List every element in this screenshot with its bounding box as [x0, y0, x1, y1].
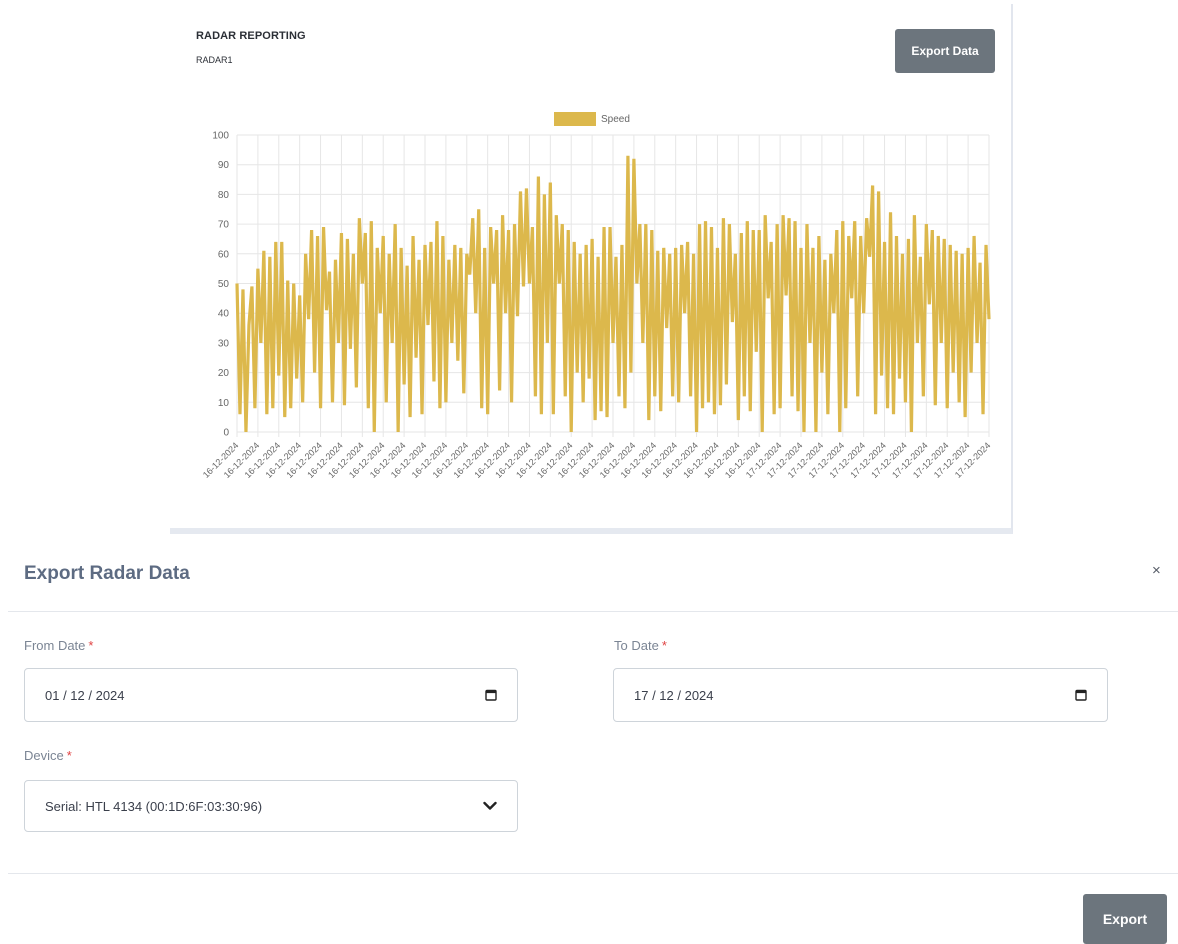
to-date-label: To Date *: [614, 638, 667, 653]
legend-swatch: [554, 112, 596, 126]
y-tick-label: 60: [218, 249, 230, 260]
radar-report-card: RADAR REPORTING RADAR1 Export Data 0 10 20…: [170, 4, 1013, 534]
y-tick-label: 100: [212, 131, 229, 142]
chart-legend: Speed: [554, 112, 630, 126]
device-value: Serial: HTL 4134 (00:1D:6F:03:30:96): [45, 798, 263, 814]
calendar-icon[interactable]: [485, 689, 497, 701]
y-tick-label: 90: [218, 160, 230, 171]
device-select[interactable]: Serial: HTL 4134 (00:1D:6F:03:30:96): [24, 780, 518, 832]
chevron-down-icon: [483, 801, 497, 810]
required-mark: *: [88, 638, 94, 653]
y-tick-label: 70: [218, 220, 230, 231]
y-axis-ticks: 0 10 20 30 40 50 60 70 80 90 100: [212, 131, 229, 439]
from-date-input[interactable]: 01 / 12 / 2024: [24, 668, 518, 722]
from-date-label: From Date *: [24, 638, 94, 653]
legend-label: Speed: [601, 114, 630, 125]
y-tick-label: 0: [223, 428, 229, 439]
required-mark: *: [661, 638, 667, 653]
y-tick-label: 50: [218, 279, 230, 290]
close-icon[interactable]: ×: [1152, 562, 1161, 579]
required-mark: *: [66, 748, 72, 763]
export-button[interactable]: Export: [1083, 894, 1167, 944]
modal-footer-divider: [8, 873, 1178, 874]
to-date-value: 17 / 12 / 2024: [634, 687, 714, 703]
to-date-input[interactable]: 17 / 12 / 2024: [613, 668, 1108, 722]
x-axis-ticks: 16-12-202416-12-202416-12-202416-12-2024…: [201, 440, 993, 480]
from-date-value: 01 / 12 / 2024: [45, 687, 125, 703]
speed-chart: 0 10 20 30 40 50 60 70 80 90 100 16-12-202416-12-2…: [201, 112, 993, 480]
calendar-icon[interactable]: [1075, 689, 1087, 701]
y-tick-label: 80: [218, 190, 230, 201]
y-tick-label: 30: [218, 338, 230, 349]
modal-header-divider: [8, 611, 1178, 612]
y-tick-label: 10: [218, 398, 230, 409]
y-tick-label: 40: [218, 309, 230, 320]
modal-title: Export Radar Data: [24, 563, 190, 584]
device-label: Device *: [24, 748, 72, 763]
y-tick-label: 20: [218, 368, 230, 379]
